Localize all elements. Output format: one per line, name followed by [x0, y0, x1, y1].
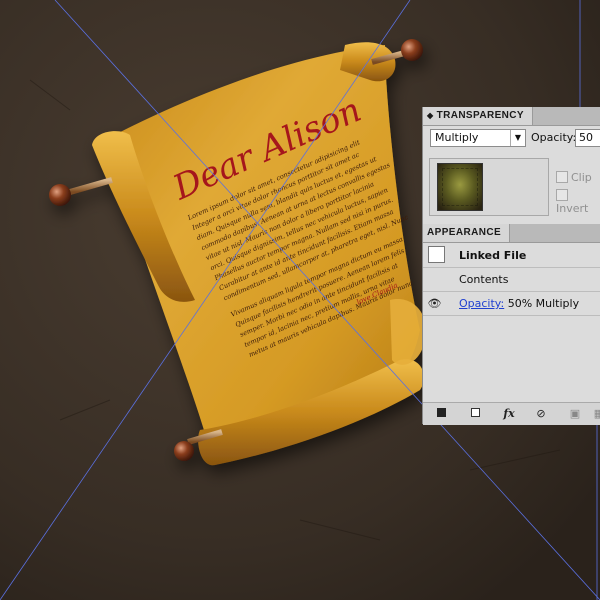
- new-stroke-icon[interactable]: [433, 406, 449, 422]
- tab-appearance[interactable]: APPEARANCE: [423, 224, 511, 242]
- transparency-panel: ◆ TRANSPARENCY Multiply ▼ Opacity: 50 Cli…: [422, 107, 600, 226]
- grip-icon[interactable]: ◆: [427, 111, 434, 120]
- knob-top: [401, 39, 423, 61]
- appearance-row-contents[interactable]: Contents: [423, 268, 600, 292]
- chevron-down-icon[interactable]: ▼: [510, 130, 525, 146]
- clip-label: Clip: [571, 171, 592, 184]
- contents-label: Contents: [459, 273, 509, 286]
- mask-thumbnail-area: [429, 158, 549, 216]
- new-fill-icon[interactable]: [467, 406, 483, 422]
- appearance-title: APPEARANCE: [427, 227, 502, 238]
- clear-appearance-icon[interactable]: ⊘: [533, 406, 549, 422]
- opacity-summary: 50% Multiply: [507, 297, 580, 310]
- clip-option[interactable]: Clip: [556, 171, 592, 184]
- invert-option[interactable]: Invert: [556, 189, 600, 215]
- appearance-footer: fx ⊘ ▣ ▦: [423, 402, 600, 425]
- opacity-link[interactable]: Opacity:: [459, 297, 504, 310]
- clip-checkbox[interactable]: [556, 171, 568, 183]
- transparency-title: TRANSPARENCY: [436, 110, 524, 121]
- appearance-row-linked-file[interactable]: Linked File: [423, 244, 600, 268]
- transparency-tabbar: ◆ TRANSPARENCY: [423, 107, 600, 126]
- knob-left: [49, 184, 71, 206]
- appearance-tabbar: APPEARANCE: [423, 224, 600, 243]
- linked-file-swatch: [428, 246, 445, 263]
- appearance-row-opacity[interactable]: 👁 Opacity: 50% Multiply: [423, 292, 600, 316]
- object-thumbnail[interactable]: [437, 163, 483, 211]
- blend-mode-value: Multiply: [435, 131, 479, 144]
- appearance-panel: APPEARANCE Linked File Contents 👁 Opacit…: [422, 224, 600, 425]
- invert-checkbox[interactable]: [556, 189, 568, 201]
- fx-icon[interactable]: fx: [501, 406, 517, 422]
- opacity-field[interactable]: 50: [575, 129, 600, 147]
- invert-label: Invert: [556, 202, 589, 215]
- blend-mode-select[interactable]: Multiply ▼: [430, 129, 526, 147]
- trash-icon[interactable]: ▦: [591, 406, 600, 422]
- opacity-label: Opacity:: [531, 131, 577, 144]
- eye-icon[interactable]: 👁: [427, 296, 442, 311]
- linked-file-label: Linked File: [459, 249, 527, 262]
- tab-transparency[interactable]: ◆ TRANSPARENCY: [423, 107, 533, 125]
- knob-bottom: [174, 441, 194, 461]
- duplicate-item-icon[interactable]: ▣: [567, 406, 583, 422]
